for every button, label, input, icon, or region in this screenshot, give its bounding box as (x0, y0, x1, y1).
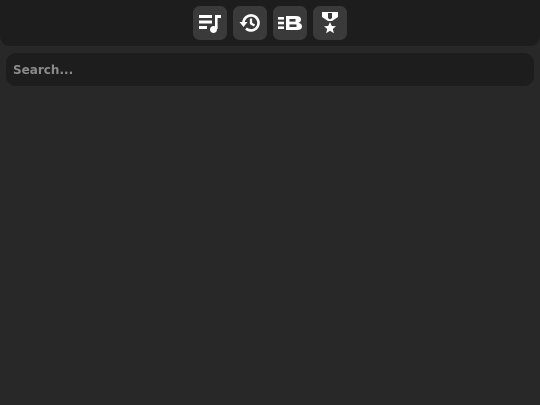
bandcamp-button[interactable] (273, 6, 307, 40)
award-medal-icon (322, 12, 338, 34)
playlist-button[interactable] (193, 6, 227, 40)
toolbar-icon-group (193, 6, 347, 40)
playlist-music-icon (199, 15, 221, 33)
history-button[interactable] (233, 6, 267, 40)
awards-button[interactable] (313, 6, 347, 40)
history-icon (239, 14, 260, 32)
search-bar (6, 53, 534, 86)
top-toolbar (0, 0, 540, 46)
search-input[interactable] (6, 53, 534, 86)
bandcamp-list-icon (278, 16, 302, 30)
